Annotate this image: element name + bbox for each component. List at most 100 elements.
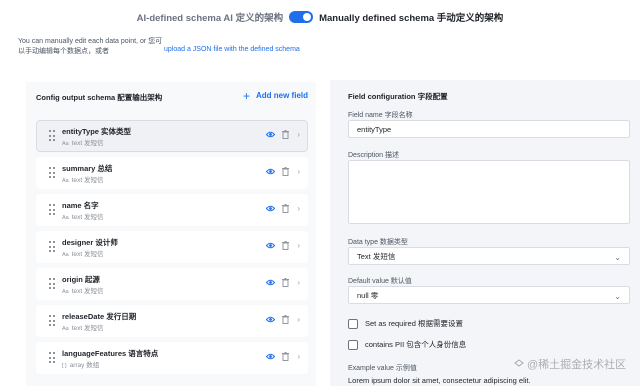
juejin-logo-icon [514, 359, 524, 367]
type-icon: Aa [62, 326, 69, 332]
drag-handle-icon[interactable] [49, 130, 55, 142]
drag-handle-icon[interactable] [49, 204, 55, 216]
eye-icon[interactable] [266, 353, 275, 360]
add-new-field-button[interactable]: + Add new field [242, 88, 308, 103]
eye-icon[interactable] [266, 131, 275, 138]
field-type: Aa text 发短信 [62, 322, 104, 332]
chevron-right-icon[interactable]: › [297, 315, 300, 324]
trash-icon[interactable] [282, 130, 289, 139]
schema-mode-toggle: AI-defined schema AI 定义的架构 Manually defi… [0, 8, 640, 26]
drag-handle-icon[interactable] [49, 352, 55, 364]
type-icon: [ ] [62, 363, 67, 369]
example-value-text: Lorem ipsum dolor sit amet, consectetur … [348, 376, 531, 385]
help-text: You can manually edit each data point, o… [18, 38, 163, 55]
type-icon: Aa [62, 215, 69, 221]
chevron-right-icon[interactable]: › [297, 278, 300, 287]
watermark-text: @稀土掘金技术社区 [527, 359, 627, 371]
chevron-right-icon[interactable]: › [297, 352, 300, 361]
field-row[interactable]: languageFeatures 语言特点[ ] array 数组 › [36, 342, 308, 374]
field-type: Aa text 发短信 [62, 211, 104, 221]
drag-handle-icon[interactable] [49, 278, 55, 290]
eye-icon[interactable] [266, 205, 275, 212]
drag-handle-icon[interactable] [49, 315, 55, 327]
field-name-value: entityType [357, 124, 392, 134]
field-name-label: Field name 字段名称 [348, 112, 413, 119]
description-label: Description 描述 [348, 152, 399, 159]
pii-label: contains PII 包含个人身份信息 [365, 340, 467, 349]
schema-mode-switch[interactable] [289, 11, 314, 23]
field-configuration-panel: Field configuration 字段配置 Field name 字段名称… [330, 80, 640, 386]
field-row[interactable]: releaseDate 发行日期 Aa text 发短信 › [36, 305, 308, 337]
trash-icon[interactable] [282, 352, 289, 361]
trash-icon[interactable] [282, 315, 289, 324]
field-configuration-title: Field configuration 字段配置 [348, 92, 448, 101]
field-type: Aa text 发短信 [62, 174, 104, 184]
example-value-label: Example value 示例值 [348, 365, 417, 372]
default-value-select[interactable]: null 零 ⌄ [348, 286, 630, 304]
watermark: @稀土掘金技术社区 [514, 356, 626, 372]
chevron-down-icon: ⌄ [614, 292, 621, 301]
field-row[interactable]: summary 总结 Aa text 发短信 › [36, 157, 308, 189]
field-row[interactable]: name 名字 Aa text 发短信 › [36, 194, 308, 226]
chevron-down-icon: ⌄ [614, 253, 621, 262]
chevron-right-icon[interactable]: › [297, 204, 300, 213]
pii-checkbox[interactable]: contains PII 包含个人身份信息 [348, 339, 466, 350]
field-type: Aa text 发短信 [62, 285, 104, 295]
field-name: releaseDate 发行日期 [62, 312, 137, 321]
checkbox-box[interactable] [348, 339, 358, 350]
type-icon: Aa [62, 289, 69, 295]
field-type-label: text 发短信 [71, 214, 104, 221]
field-name-input[interactable]: entityType [348, 120, 630, 138]
default-value-label: Default value 默认值 [348, 278, 412, 285]
eye-icon[interactable] [266, 316, 275, 323]
output-schema-panel: Config output schema 配置输出架构 + Add new fi… [26, 82, 316, 386]
field-type-label: text 发短信 [71, 288, 104, 295]
type-icon: Aa [62, 178, 69, 184]
field-row[interactable]: designer 设计师 Aa text 发短信 › [36, 231, 308, 263]
description-textarea[interactable] [348, 160, 630, 224]
field-type: Aa text 发短信 [62, 137, 104, 147]
type-icon: Aa [62, 252, 69, 258]
field-row[interactable]: entityType 实体类型 Aa text 发短信 › [36, 120, 308, 152]
trash-icon[interactable] [282, 278, 289, 287]
upload-json-link[interactable]: upload a JSON file with the defined sche… [164, 46, 300, 53]
field-name: summary 总结 [62, 164, 113, 173]
field-type-label: array 数组 [69, 362, 100, 369]
checkbox-box[interactable] [348, 318, 358, 329]
required-label: Set as required 根据需要设置 [365, 319, 463, 328]
type-icon: Aa [62, 141, 69, 147]
field-type-label: text 发短信 [71, 177, 104, 184]
trash-icon[interactable] [282, 241, 289, 250]
data-type-label: Data type 数据类型 [348, 239, 408, 246]
eye-icon[interactable] [266, 242, 275, 249]
default-value-value: null 零 [357, 290, 379, 300]
trash-icon[interactable] [282, 167, 289, 176]
field-row[interactable]: origin 起源 Aa text 发短信 › [36, 268, 308, 300]
drag-handle-icon[interactable] [49, 241, 55, 253]
ai-defined-schema-option[interactable]: AI-defined schema AI 定义的架构 [137, 10, 283, 24]
add-new-field-label: Add new field [256, 91, 308, 100]
field-name: designer 设计师 [62, 238, 118, 247]
field-type-label: text 发短信 [71, 325, 104, 332]
field-name: name 名字 [62, 201, 99, 210]
chevron-right-icon[interactable]: › [297, 241, 300, 250]
chevron-right-icon[interactable]: › [297, 130, 300, 139]
chevron-right-icon[interactable]: › [297, 167, 300, 176]
field-type-label: text 发短信 [71, 251, 104, 258]
trash-icon[interactable] [282, 204, 289, 213]
drag-handle-icon[interactable] [49, 167, 55, 179]
field-type: Aa text 发短信 [62, 248, 104, 258]
manual-schema-option[interactable]: Manually defined schema 手动定义的架构 [319, 10, 503, 24]
required-checkbox[interactable]: Set as required 根据需要设置 [348, 318, 463, 329]
plus-icon: + [242, 88, 250, 103]
field-name: entityType 实体类型 [62, 127, 132, 136]
data-type-select[interactable]: Text 发短信 ⌄ [348, 247, 630, 265]
field-type: [ ] array 数组 [62, 359, 99, 369]
eye-icon[interactable] [266, 168, 275, 175]
data-type-value: Text 发短信 [357, 251, 396, 261]
field-name: origin 起源 [62, 275, 100, 284]
field-type-label: text 发短信 [71, 140, 104, 147]
field-name: languageFeatures 语言特点 [62, 349, 159, 358]
eye-icon[interactable] [266, 279, 275, 286]
output-schema-title: Config output schema 配置输出架构 [36, 93, 163, 102]
